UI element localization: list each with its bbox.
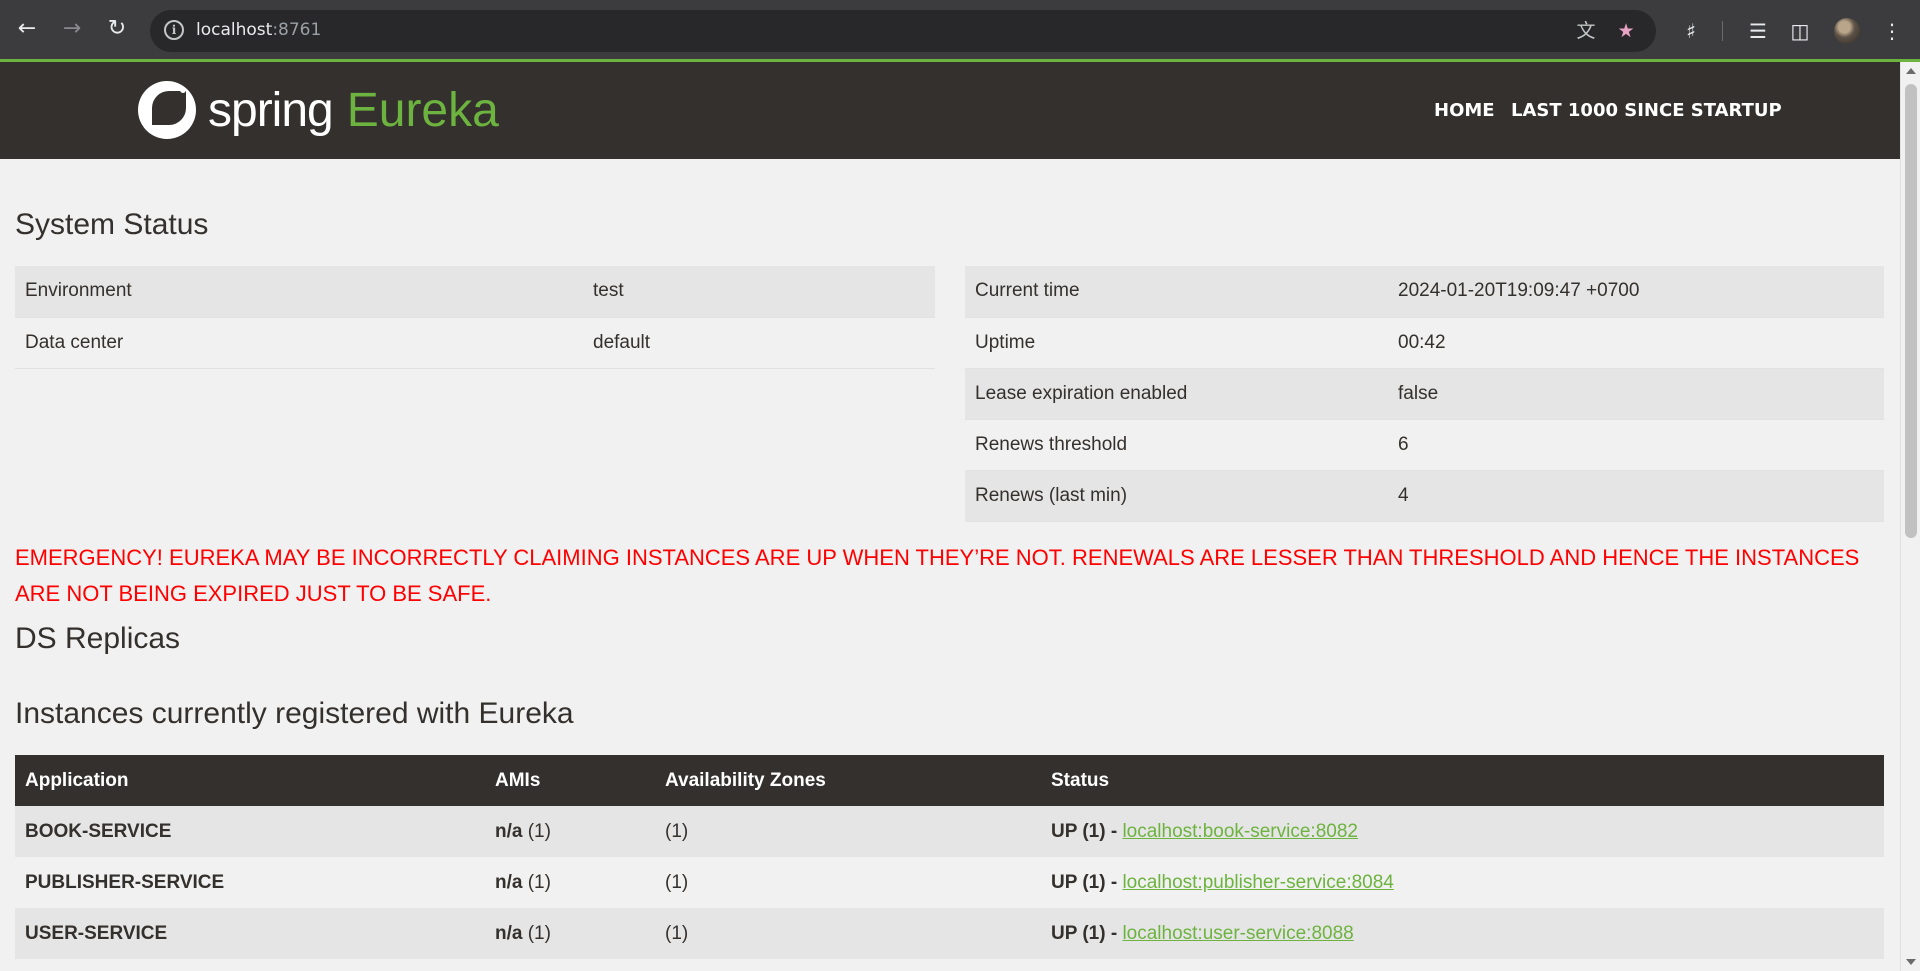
menu-icon[interactable]: ⋮	[1878, 17, 1906, 45]
status-value: 4	[1388, 470, 1884, 522]
status-text: UP (1) -	[1051, 820, 1123, 842]
forward-icon[interactable]: →	[57, 14, 87, 44]
toolbar-separator	[1722, 21, 1723, 41]
spring-leaf-icon	[138, 81, 196, 139]
profile-avatar[interactable]	[1834, 18, 1860, 44]
bookmark-star-icon[interactable]: ★	[1614, 19, 1638, 43]
emergency-warning: EMERGENCY! EUREKA MAY BE INCORRECTLY CLA…	[15, 545, 1860, 606]
status-label: Renews threshold	[965, 419, 1388, 471]
table-row: Uptime 00:42	[965, 317, 1884, 369]
ds-replicas-title: DS Replicas	[15, 622, 181, 655]
table-row: Current time 2024-01-20T19:09:47 +0700	[965, 266, 1884, 318]
table-row: Renews threshold 6	[965, 419, 1884, 471]
table-row: Renews (last min) 4	[965, 470, 1884, 522]
table-row: BOOK-SERVICE n/a (1) (1) UP (1) - localh…	[15, 806, 1884, 857]
status-value: test	[583, 266, 935, 318]
status-cell: UP (1) - localhost:user-service:8088	[1041, 908, 1884, 959]
address-bar[interactable]: i localhost:8761 文 ★	[150, 10, 1656, 52]
column-header-zones: Availability Zones	[655, 755, 1041, 806]
status-value: 00:42	[1388, 317, 1884, 369]
status-label: Renews (last min)	[965, 470, 1388, 522]
ami-count: (1)	[522, 922, 551, 944]
column-header-amis: AMIs	[485, 755, 655, 806]
status-value: default	[583, 317, 935, 369]
logo-spring-text: spring	[208, 83, 334, 137]
status-label: Uptime	[965, 317, 1388, 369]
status-label: Current time	[965, 266, 1388, 318]
spring-eureka-logo[interactable]: spring Eureka	[138, 80, 499, 140]
system-status-left-table: Environment test Data center default	[15, 266, 935, 369]
status-label: Lease expiration enabled	[965, 368, 1388, 420]
instance-link[interactable]: localhost:publisher-service:8084	[1122, 872, 1393, 893]
reload-icon[interactable]: ↻	[102, 14, 132, 44]
side-panel-icon[interactable]: ◫	[1786, 17, 1814, 45]
ami-cell: n/a (1)	[485, 806, 655, 857]
page-scrollbar[interactable]	[1900, 62, 1920, 971]
ami-cell: n/a (1)	[485, 908, 655, 959]
zones-cell: (1)	[655, 806, 1041, 857]
zones-cell: (1)	[655, 908, 1041, 959]
table-row: USER-SERVICE n/a (1) (1) UP (1) - localh…	[15, 908, 1884, 959]
url-port: :8761	[272, 20, 322, 40]
table-row: PUBLISHER-SERVICE n/a (1) (1) UP (1) - l…	[15, 857, 1884, 908]
instances-table: Application AMIs Availability Zones Stat…	[15, 755, 1884, 959]
media-controls-icon[interactable]: ☰	[1744, 17, 1772, 45]
zones-cell: (1)	[655, 857, 1041, 908]
application-name: PUBLISHER-SERVICE	[15, 857, 485, 908]
instance-link[interactable]: localhost:user-service:8088	[1122, 923, 1353, 944]
site-info-icon[interactable]: i	[164, 20, 184, 40]
scrollbar-thumb[interactable]	[1905, 84, 1917, 538]
url-text[interactable]: localhost:8761	[196, 20, 321, 40]
column-header-status: Status	[1041, 755, 1884, 806]
url-host: localhost	[196, 20, 273, 40]
instances-title: Instances currently registered with Eure…	[15, 697, 574, 730]
table-row: Data center default	[15, 317, 935, 369]
back-icon[interactable]: ←	[12, 14, 42, 44]
status-text: UP (1) -	[1051, 922, 1123, 944]
status-value: 2024-01-20T19:09:47 +0700	[1388, 266, 1884, 318]
ami-label: n/a	[495, 820, 523, 842]
ami-count: (1)	[522, 820, 551, 842]
status-value: 6	[1388, 419, 1884, 471]
nav-last-1000-link[interactable]: LAST 1000 SINCE STARTUP	[1511, 100, 1782, 121]
status-label: Environment	[15, 266, 583, 318]
status-text: UP (1) -	[1051, 871, 1123, 893]
system-status-title: System Status	[15, 208, 209, 241]
nav-home-link[interactable]: HOME	[1434, 100, 1495, 121]
application-name: BOOK-SERVICE	[15, 806, 485, 857]
browser-toolbar: ← → ↻ i localhost:8761 文 ★ ♯ ☰ ◫ ⋮	[0, 0, 1920, 62]
system-status-right-table: Current time 2024-01-20T19:09:47 +0700 U…	[965, 266, 1884, 522]
eureka-header: spring Eureka HOME LAST 1000 SINCE START…	[0, 62, 1900, 159]
status-value: false	[1388, 368, 1884, 420]
logo-eureka-text: Eureka	[346, 83, 499, 137]
column-header-application: Application	[15, 755, 485, 806]
table-header-row: Application AMIs Availability Zones Stat…	[15, 755, 1884, 806]
scroll-up-arrow-icon[interactable]	[1906, 68, 1916, 74]
scroll-down-arrow-icon[interactable]	[1906, 959, 1916, 965]
status-cell: UP (1) - localhost:book-service:8082	[1041, 806, 1884, 857]
ami-cell: n/a (1)	[485, 857, 655, 908]
table-row: Lease expiration enabled false	[965, 368, 1884, 420]
status-label: Data center	[15, 317, 583, 369]
extensions-icon[interactable]: ♯	[1677, 17, 1705, 45]
instance-link[interactable]: localhost:book-service:8082	[1122, 821, 1358, 842]
application-name: USER-SERVICE	[15, 908, 485, 959]
table-row: Environment test	[15, 266, 935, 318]
status-cell: UP (1) - localhost:publisher-service:808…	[1041, 857, 1884, 908]
ami-label: n/a	[495, 922, 523, 944]
translate-icon[interactable]: 文	[1574, 19, 1598, 43]
ami-label: n/a	[495, 871, 523, 893]
ami-count: (1)	[522, 871, 551, 893]
